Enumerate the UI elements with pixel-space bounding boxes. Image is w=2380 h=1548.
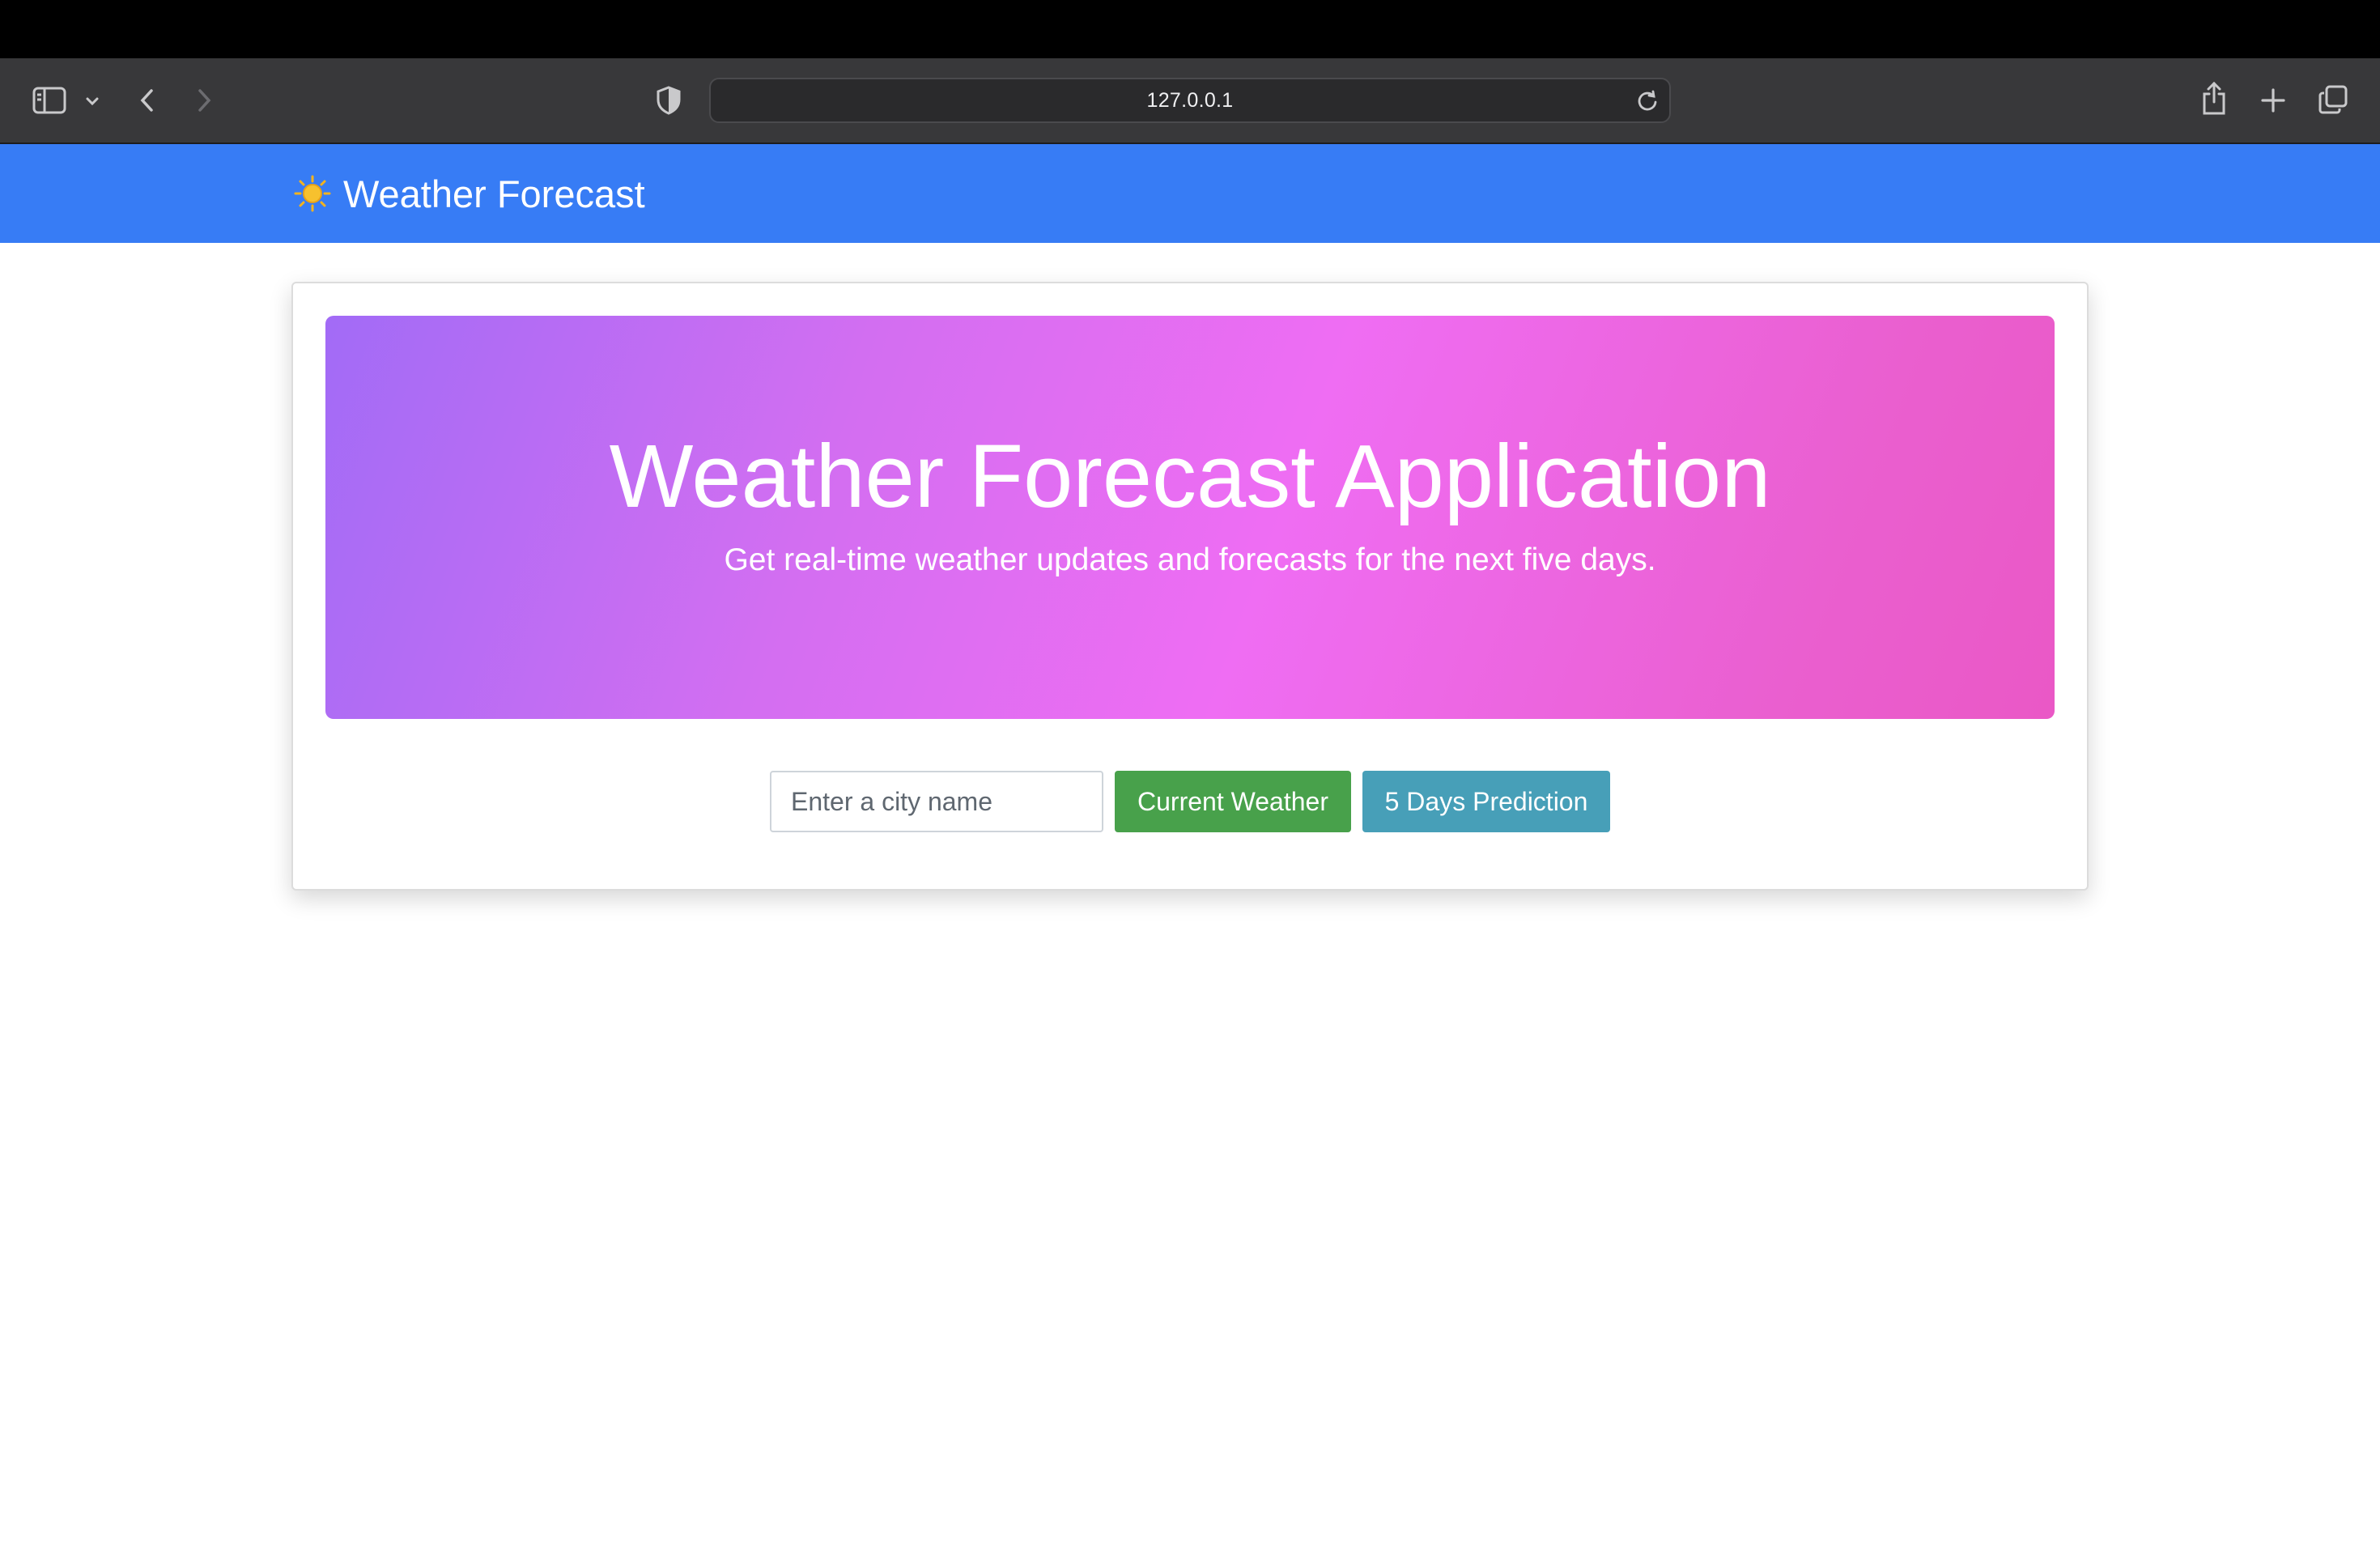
address-bar[interactable]: 127.0.0.1 [709,78,1671,123]
chevron-down-icon[interactable] [81,91,104,112]
five-day-prediction-button[interactable]: 5 Days Prediction [1362,771,1610,832]
back-icon[interactable] [133,83,162,118]
brand-link[interactable]: Weather Forecast [293,167,645,220]
hero-subtitle: Get real-time weather updates and foreca… [724,542,1656,577]
city-input[interactable] [770,771,1103,832]
current-weather-button[interactable]: Current Weather [1115,771,1351,832]
hero-title: Weather Forecast Application [609,427,1771,526]
new-tab-icon[interactable] [2257,83,2289,118]
app-navbar: Weather Forecast [0,144,2380,243]
shield-icon[interactable] [652,83,685,118]
sidebar-icon[interactable] [31,83,68,118]
browser-toolbar: 127.0.0.1 [0,58,2380,144]
hero-banner: Weather Forecast Application Get real-ti… [325,316,2055,719]
forward-icon[interactable] [189,83,219,118]
screen-top-bar [0,0,2380,58]
url-text: 127.0.0.1 [1146,88,1234,112]
reload-icon[interactable] [1635,89,1660,113]
tab-overview-icon[interactable] [2315,81,2351,118]
search-form: Current Weather 5 Days Prediction [293,771,2087,832]
main-card: Weather Forecast Application Get real-ti… [291,282,2089,891]
sun-icon [294,175,331,212]
brand-title: Weather Forecast [343,172,645,215]
share-icon[interactable] [2197,79,2231,118]
